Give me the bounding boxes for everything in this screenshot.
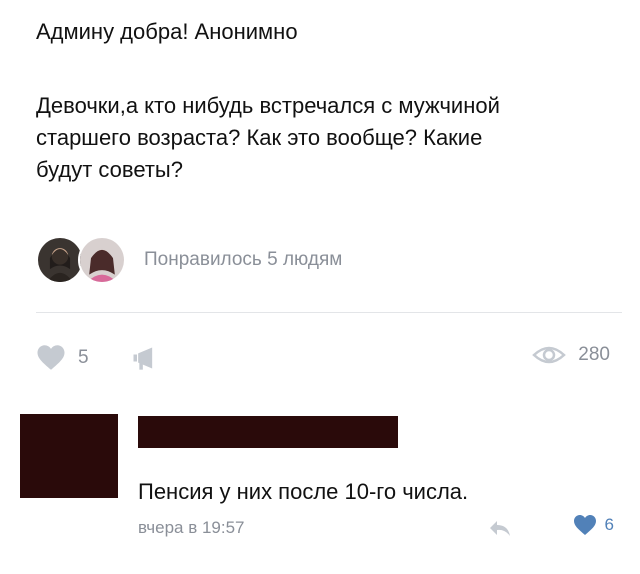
- like-count: 5: [78, 346, 89, 368]
- post-text-line: Девочки,а кто нибудь встречался с мужчин…: [36, 93, 500, 118]
- avatar-photo: [38, 238, 82, 282]
- like-button[interactable]: 5: [36, 344, 89, 371]
- eye-icon: [532, 346, 567, 364]
- heart-icon: [37, 345, 65, 370]
- avatar[interactable]: [78, 236, 126, 284]
- comment-avatar-redacted[interactable]: [20, 414, 118, 498]
- comment: Пенсия у них после 10-го числа. вчера в …: [20, 404, 620, 554]
- avatar[interactable]: [36, 236, 84, 284]
- post-text: Девочки,а кто нибудь встречался с мужчин…: [36, 90, 626, 186]
- post-text-line: старшего возраста? Как это вообще? Какие: [36, 125, 483, 150]
- share-button[interactable]: [130, 344, 158, 377]
- megaphone-icon: [133, 347, 153, 370]
- heart-icon: [573, 515, 596, 535]
- views-counter: 280: [532, 344, 610, 366]
- comment-text: Пенсия у них после 10-го числа.: [138, 479, 469, 504]
- likers-row[interactable]: Понравилось 5 людям: [36, 232, 342, 288]
- likers-label[interactable]: Понравилось 5 людям: [144, 249, 342, 271]
- comment-timestamp[interactable]: вчера в 19:57: [138, 518, 245, 538]
- post-actions: 5 280: [36, 340, 610, 380]
- comment-author-redacted[interactable]: [138, 416, 398, 448]
- post-text-line: будут советы?: [36, 157, 183, 182]
- comment-like-count: 6: [604, 515, 614, 534]
- reply-button[interactable]: [488, 518, 512, 543]
- post-header: Админу добра! Анонимно: [36, 19, 298, 44]
- reply-arrow-icon: [490, 521, 510, 536]
- views-count: 280: [578, 344, 610, 365]
- divider: [36, 312, 622, 313]
- avatar-photo: [80, 238, 124, 282]
- comment-like-button[interactable]: 6: [573, 514, 614, 536]
